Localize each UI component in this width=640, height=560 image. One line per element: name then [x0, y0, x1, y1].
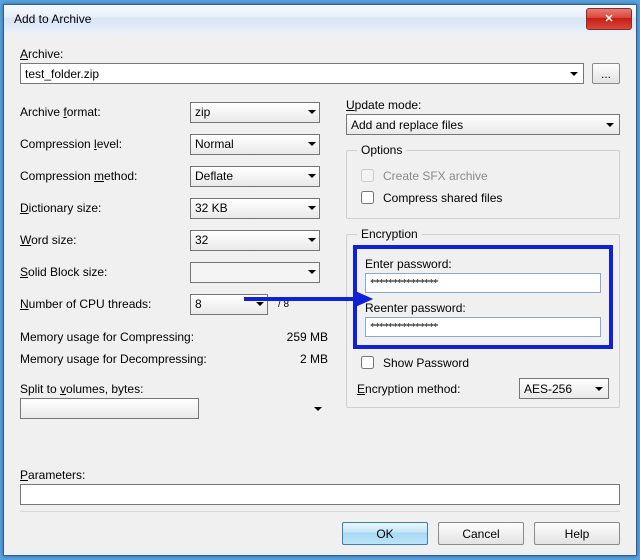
update-select[interactable] — [346, 114, 620, 135]
left-column: Archive format: Compression level: Compr… — [20, 96, 328, 466]
word-select[interactable] — [190, 230, 320, 251]
dict-label: Dictionary size: — [20, 201, 190, 215]
threads-label: Number of CPU threads: — [20, 297, 190, 311]
cancel-button[interactable]: Cancel — [438, 522, 524, 545]
encryption-group: Encryption Enter password: Reenter passw… — [346, 227, 620, 408]
sfx-label: Create SFX archive — [383, 169, 488, 183]
block-label: Solid Block size: — [20, 265, 190, 279]
annotation-arrow-icon — [244, 289, 374, 309]
dialog-add-to-archive: Add to Archive ✕ Archive: ... Archive fo… — [3, 4, 637, 556]
format-select[interactable] — [190, 102, 320, 123]
reenter-password-input[interactable] — [365, 317, 601, 337]
browse-button[interactable]: ... — [592, 63, 620, 84]
shared-checkbox[interactable] — [361, 191, 374, 204]
reenter-password-label: Reenter password: — [365, 301, 601, 315]
archive-label: Archive: — [20, 47, 620, 61]
dialog-body: Archive: ... Archive format: Compression… — [4, 33, 636, 555]
archive-field-wrap — [20, 63, 584, 84]
method-label: Compression method: — [20, 169, 190, 183]
memc-label: Memory usage for Compressing: — [20, 330, 248, 344]
word-label: Word size: — [20, 233, 190, 247]
parameters-input[interactable] — [20, 484, 620, 505]
columns: Archive format: Compression level: Compr… — [20, 96, 620, 466]
memc-value: 259 MB — [248, 330, 328, 344]
sfx-checkbox — [361, 169, 374, 182]
archive-row: ... — [20, 63, 620, 84]
options-legend: Options — [357, 143, 406, 157]
dict-select[interactable] — [190, 198, 320, 219]
format-label: Archive format: — [20, 105, 190, 119]
options-group: Options Create SFX archive Compress shar… — [346, 143, 620, 219]
enc-method-select[interactable] — [519, 378, 609, 399]
right-column: Update mode: Options Create SFX archive … — [346, 96, 620, 466]
memd-value: 2 MB — [248, 352, 328, 366]
archive-input[interactable] — [20, 63, 584, 84]
encryption-highlight: Enter password: Reenter password: — [353, 245, 613, 349]
help-button[interactable]: Help — [534, 522, 620, 545]
sfx-checkbox-row: Create SFX archive — [357, 166, 609, 185]
show-password-checkbox[interactable] — [361, 356, 374, 369]
show-password-row[interactable]: Show Password — [357, 353, 609, 372]
level-select[interactable] — [190, 134, 320, 155]
shared-label: Compress shared files — [383, 191, 502, 205]
titlebar: Add to Archive ✕ — [4, 5, 636, 34]
block-select — [190, 262, 320, 283]
parameters-label: Parameters: — [20, 468, 620, 482]
shared-checkbox-row[interactable]: Compress shared files — [357, 188, 609, 207]
enter-password-input[interactable] — [365, 273, 601, 293]
close-button[interactable]: ✕ — [586, 8, 632, 30]
memd-label: Memory usage for Decompressing: — [20, 352, 248, 366]
split-label: Split to volumes, bytes: — [20, 382, 328, 396]
encryption-legend: Encryption — [357, 227, 422, 241]
split-select[interactable] — [20, 398, 199, 419]
level-label: Compression level: — [20, 137, 190, 151]
show-password-label: Show Password — [383, 356, 469, 370]
ok-button[interactable]: OK — [342, 522, 428, 545]
enc-method-label: Encryption method: — [357, 382, 519, 396]
window-title: Add to Archive — [14, 12, 586, 26]
enter-password-label: Enter password: — [365, 257, 601, 271]
close-icon: ✕ — [604, 14, 613, 25]
footer: OK Cancel Help — [20, 511, 620, 545]
update-label: Update mode: — [346, 98, 620, 112]
method-select[interactable] — [190, 166, 320, 187]
